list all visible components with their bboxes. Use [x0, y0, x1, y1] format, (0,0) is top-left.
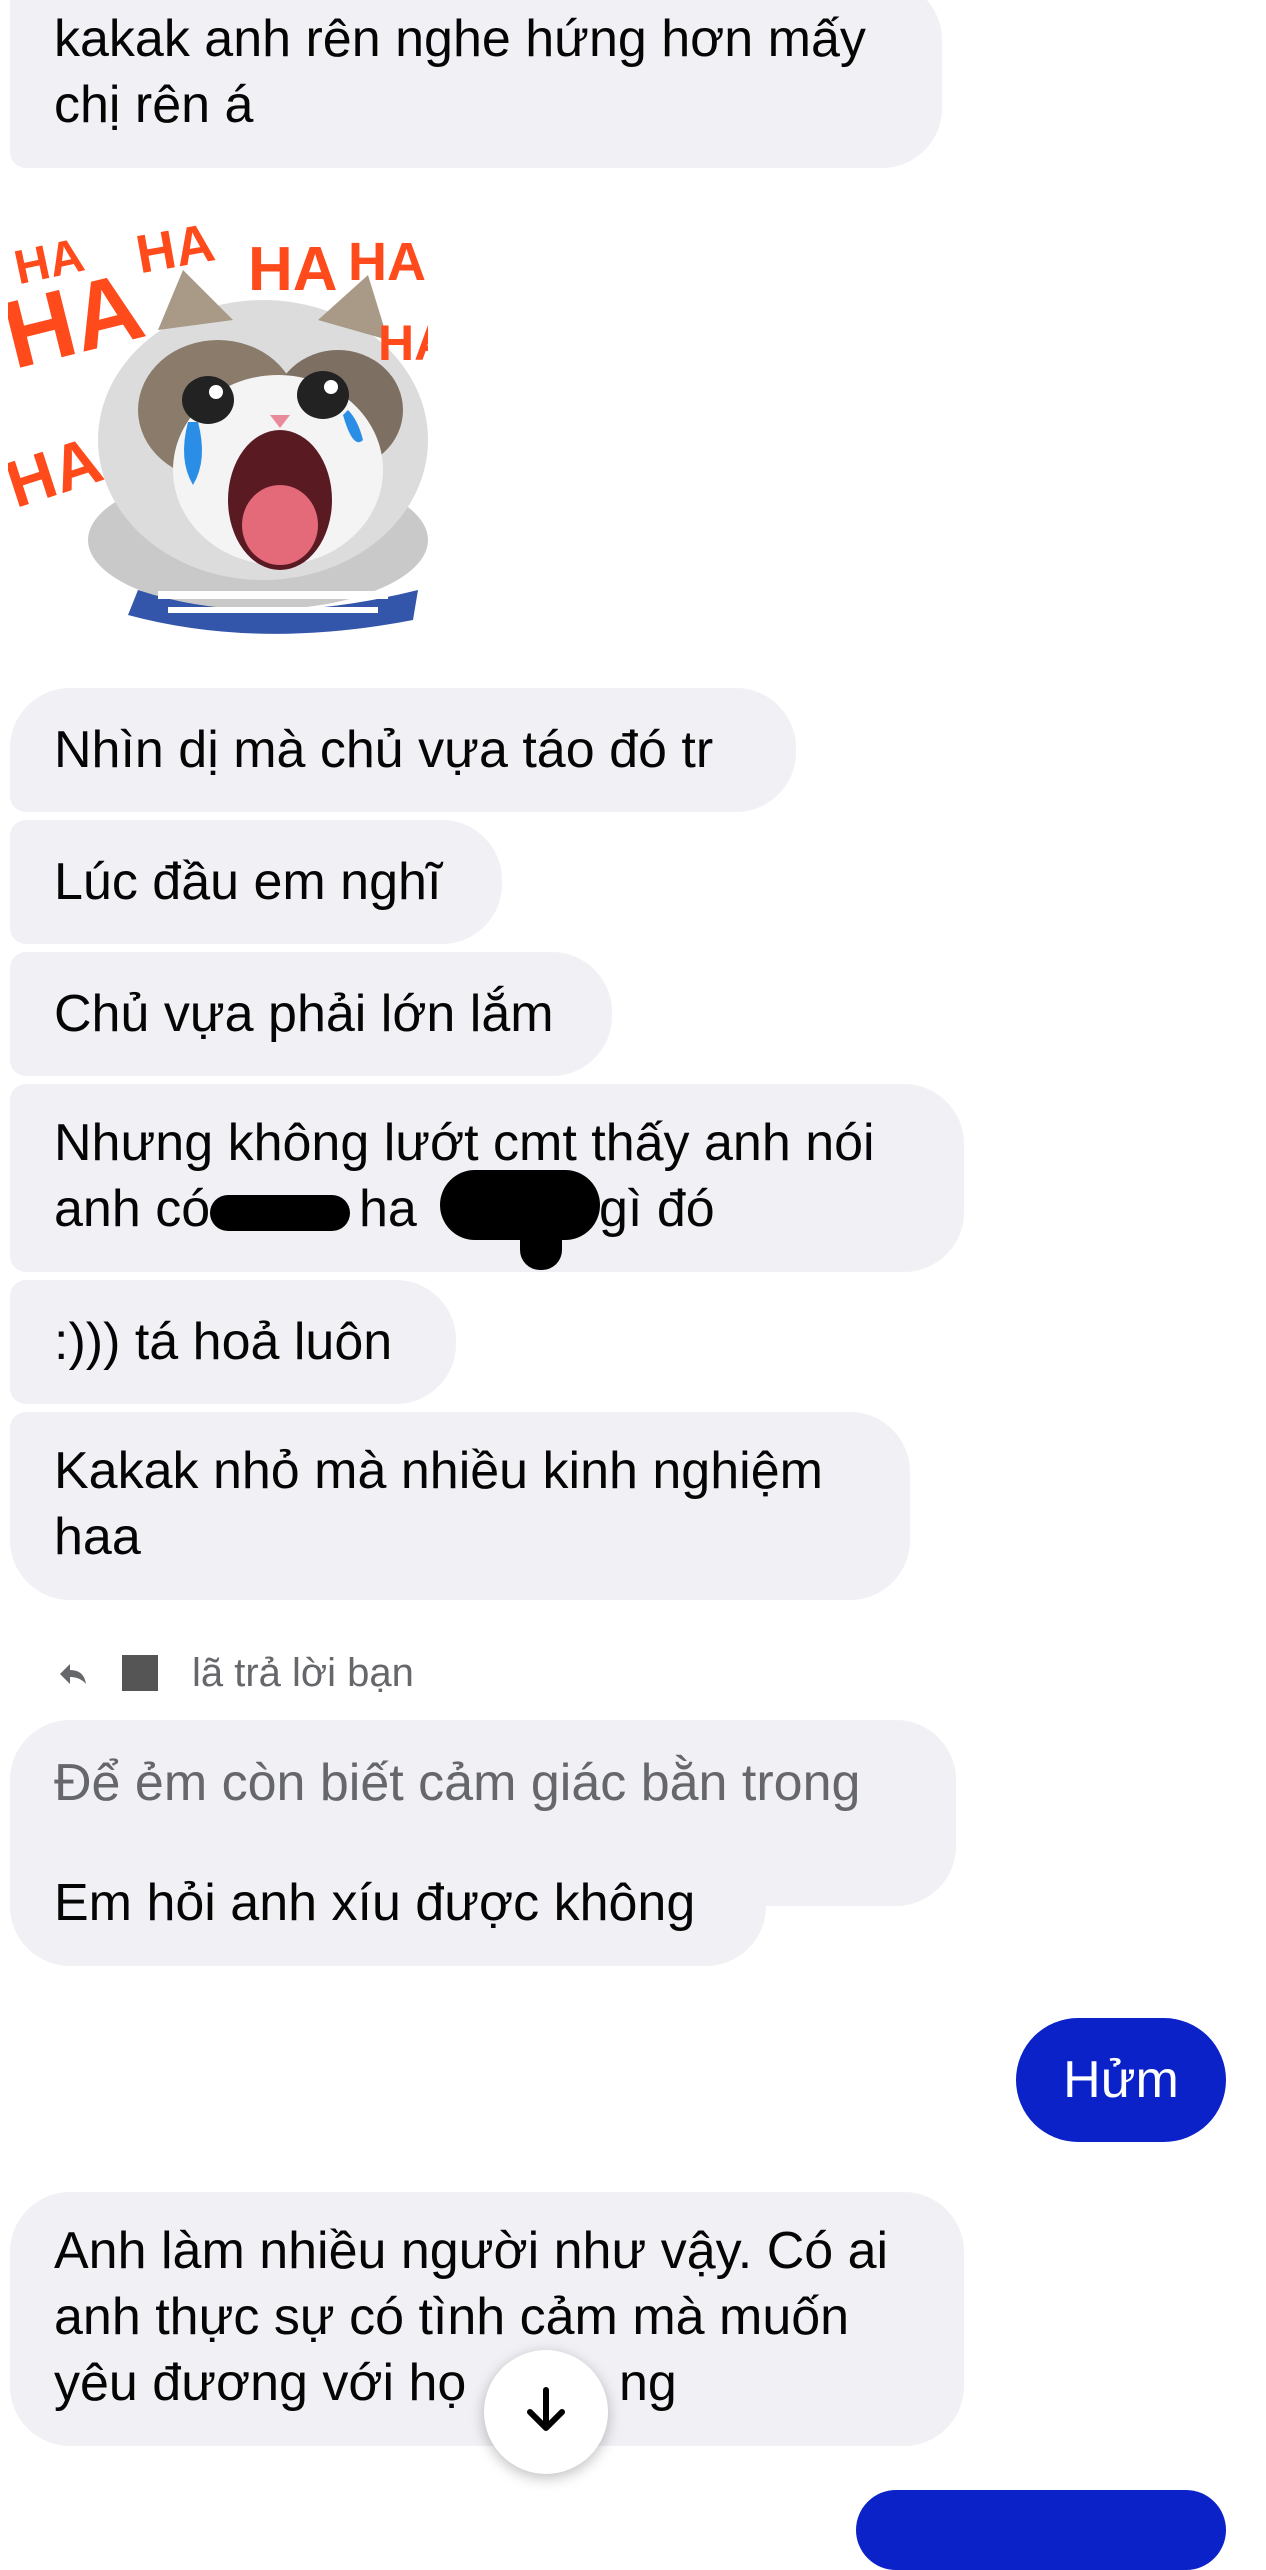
sticker-image: HA HA HA HA HA HA HA — [0, 213, 450, 634]
sent-message-bubble[interactable]: Hửm — [1016, 2018, 1226, 2142]
ha-text: HA — [348, 232, 426, 292]
message-bubble[interactable]: Em hỏi anh xíu được không — [10, 1840, 766, 1966]
ha-text: HA — [378, 315, 428, 371]
message-text-block: Anh làm nhiều người như vậy. Có ai anh t… — [54, 2218, 888, 2416]
message-line: anh thực sự có tình cảm mà muốn — [54, 2288, 850, 2346]
message-bubble[interactable]: Chủ vựa phải lớn lắm — [10, 952, 612, 1076]
message-bubble[interactable]: Lúc đầu em nghĩ — [10, 820, 502, 944]
message-bubble[interactable]: :))) tá hoả luôn — [10, 1280, 456, 1404]
reply-header: lã trả lời bạn — [58, 1648, 414, 1698]
message-text: Kakak nhỏ mà nhiều kinh nghiệm haa — [54, 1442, 823, 1566]
ha-text: HA — [8, 422, 111, 522]
redaction-mark — [210, 1195, 350, 1231]
scroll-to-bottom-button[interactable] — [484, 2350, 608, 2474]
message-text: anh có — [54, 1180, 211, 1238]
message-text: Lúc đầu em nghĩ — [54, 853, 442, 911]
message-text: Chủ vựa phải lớn lắm — [54, 985, 554, 1043]
arrow-down-icon — [518, 2382, 574, 2443]
redaction-mark — [520, 1190, 562, 1270]
reply-label-text: lã trả lời bạn — [192, 1650, 414, 1695]
reply-arrow-icon — [58, 1651, 88, 1696]
message-text: Nhìn dị mà chủ vựa táo đó tr — [54, 721, 714, 779]
message-text: yêu đương với họ — [54, 2354, 467, 2412]
message-text: kakak anh rên nghe hứng hơn mấy chị rên … — [54, 10, 866, 134]
message-line-3: yêu đương với họ ng — [54, 2350, 888, 2416]
redaction-square — [122, 1655, 158, 1691]
message-line: Anh làm nhiều người như vậy. Có ai — [54, 2222, 889, 2280]
message-bubble[interactable]: Kakak nhỏ mà nhiều kinh nghiệm haa — [10, 1412, 910, 1600]
sent-message-text: Hửm — [1063, 2051, 1179, 2109]
laughing-cat-sticker[interactable]: HA HA HA HA HA HA HA — [0, 210, 450, 640]
message-text: Em hỏi anh xíu được không — [54, 1874, 696, 1932]
sent-message-bubble-partial[interactable] — [856, 2490, 1226, 2570]
message-text: :))) tá hoả luôn — [54, 1313, 393, 1371]
message-text: gì đó — [599, 1180, 715, 1238]
message-bubble[interactable]: kakak anh rên nghe hứng hơn mấy chị rên … — [10, 0, 942, 168]
message-line: Nhưng không lướt cmt thấy anh nói — [54, 1114, 875, 1172]
message-bubble[interactable]: Nhìn dị mà chủ vựa táo đó tr — [10, 688, 796, 812]
ha-text: HA — [248, 235, 338, 304]
ha-text: HA — [132, 213, 219, 286]
quoted-text: Để ẻm còn biết cảm giác bằn trong — [54, 1754, 861, 1812]
message-text: ha — [359, 1180, 417, 1238]
message-text: ng — [619, 2354, 677, 2412]
